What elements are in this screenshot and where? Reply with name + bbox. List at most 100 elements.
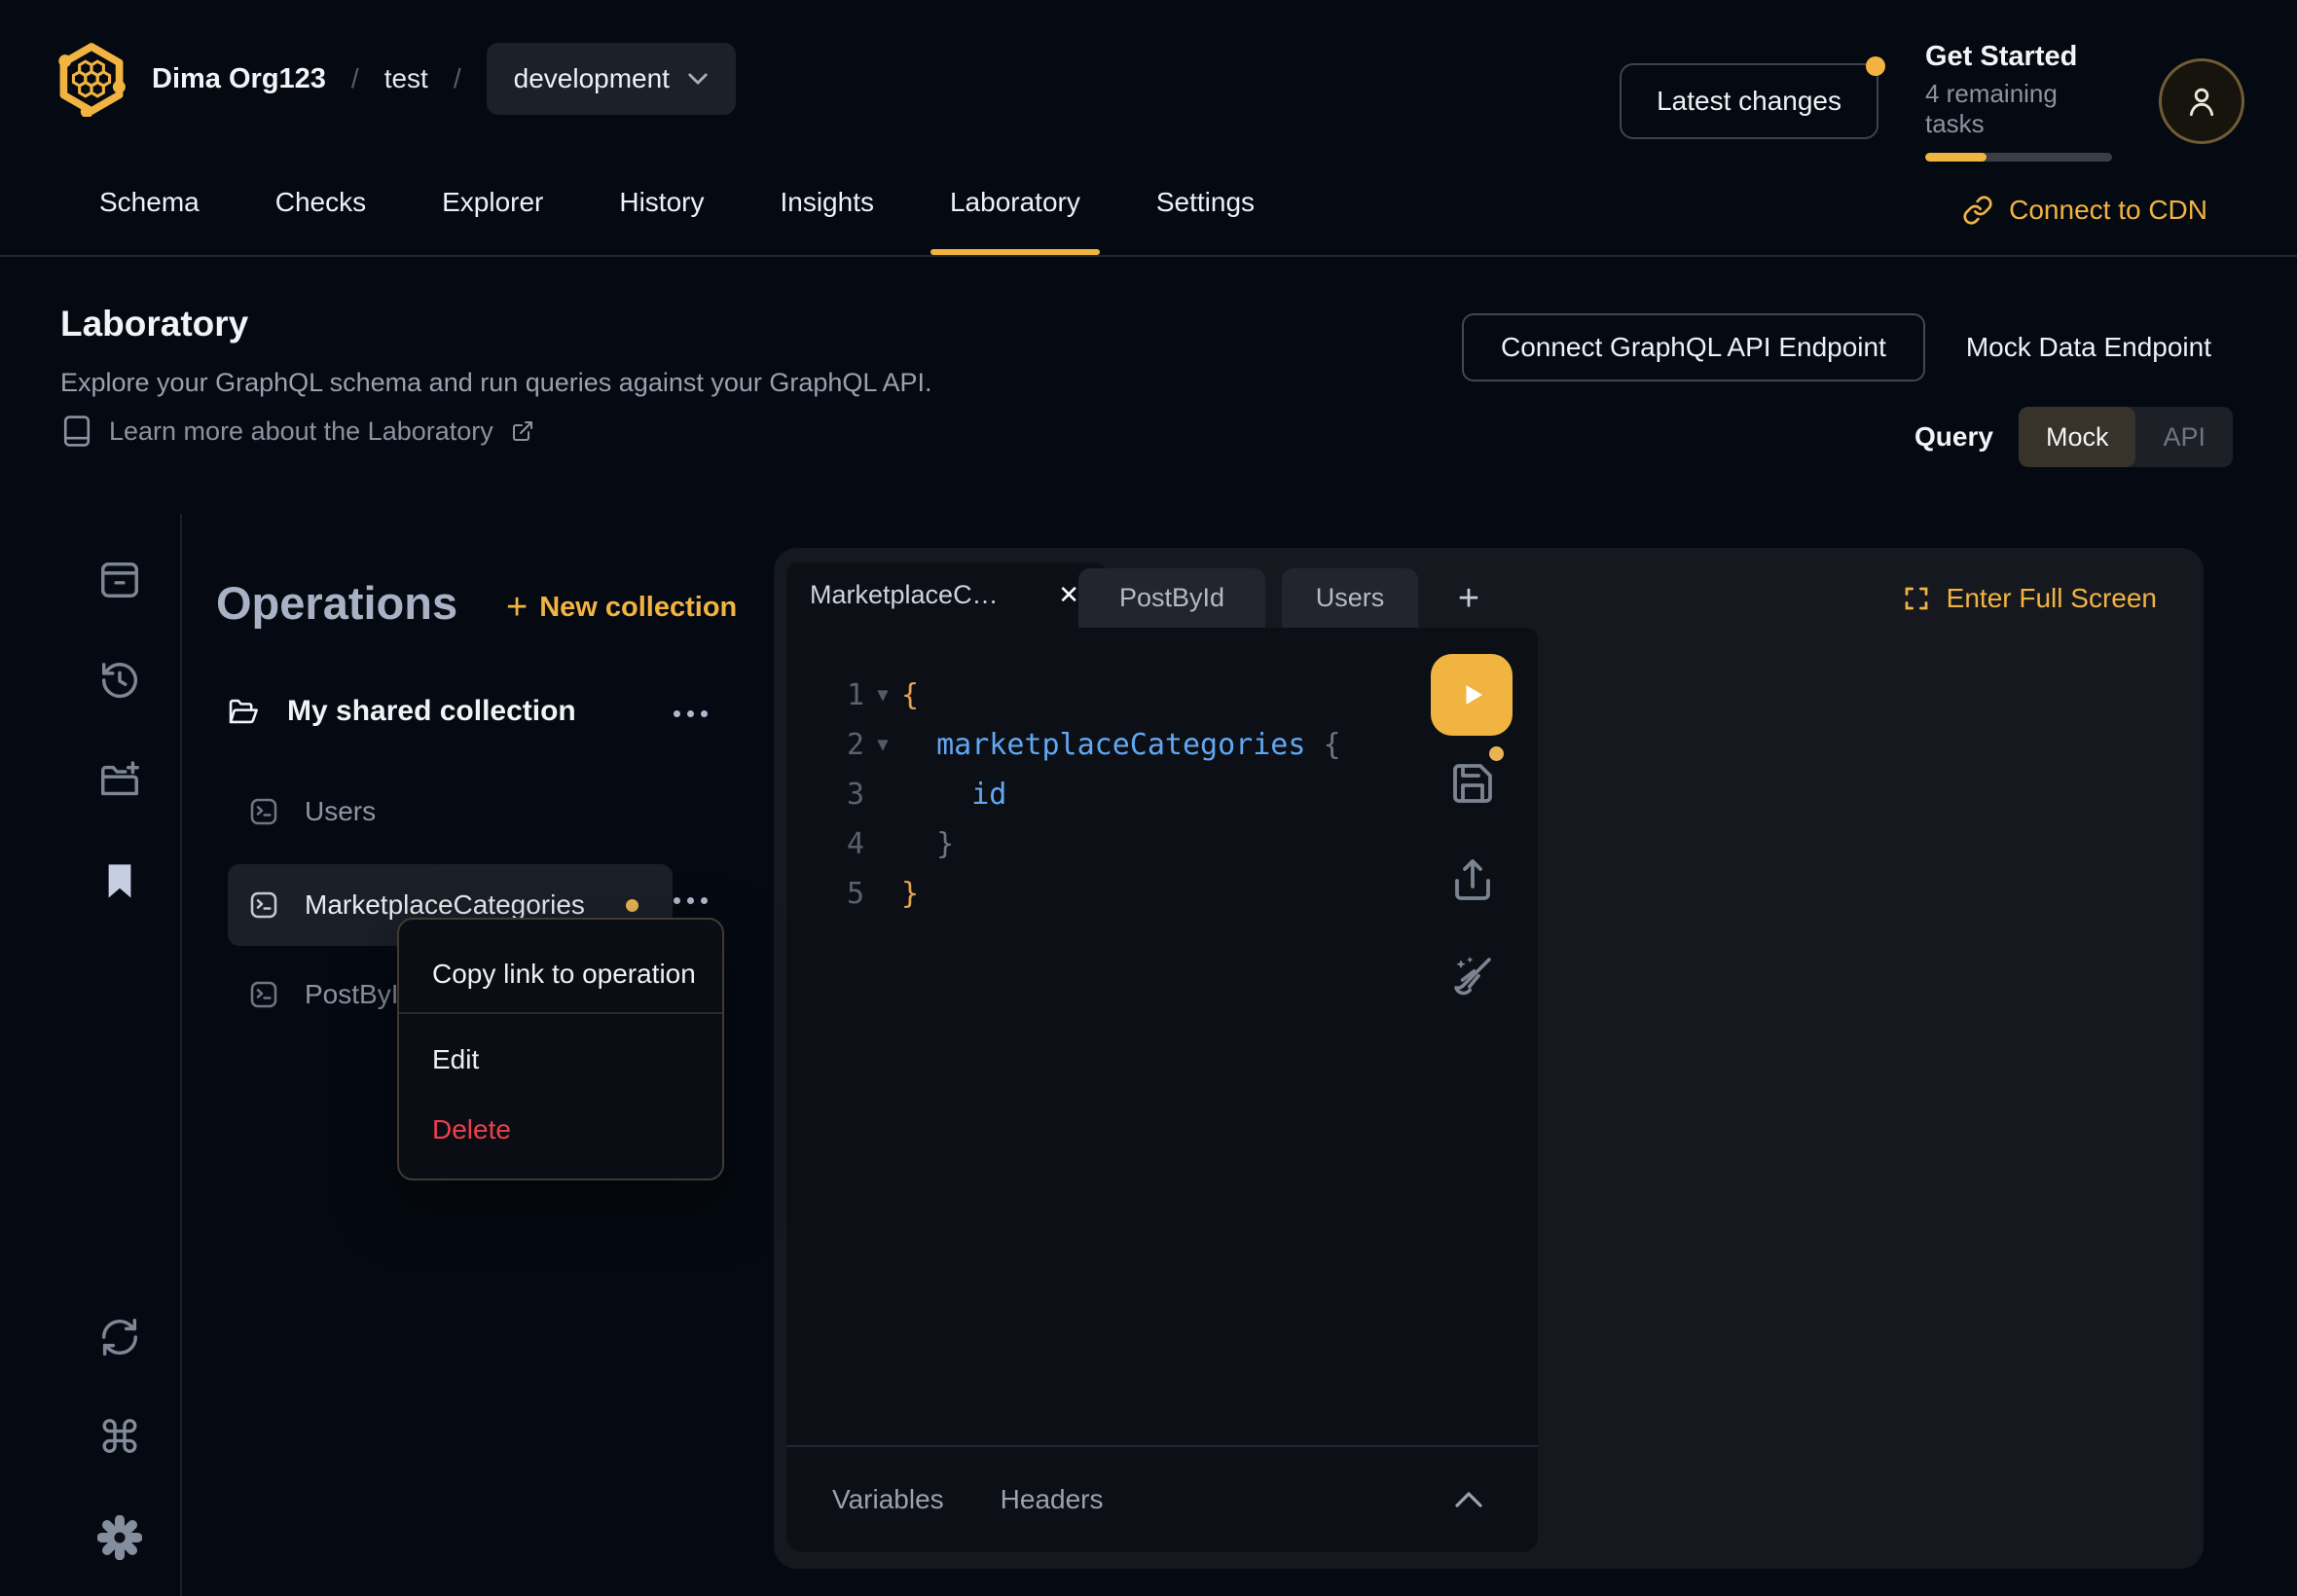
chevron-down-icon xyxy=(687,72,709,86)
mock-data-endpoint-link[interactable]: Mock Data Endpoint xyxy=(1966,332,2211,363)
settings-gear-icon[interactable] xyxy=(96,1514,143,1561)
run-query-button[interactable] xyxy=(1431,654,1513,736)
collection-menu-button[interactable] xyxy=(666,703,715,725)
tab-settings[interactable]: Settings xyxy=(1150,187,1260,255)
add-tab-button[interactable]: + xyxy=(1443,573,1494,624)
plus-icon: + xyxy=(506,590,528,625)
new-collection-label: New collection xyxy=(539,592,737,624)
tab-explorer[interactable]: Explorer xyxy=(436,187,549,255)
editor-tab-marketplacecategories[interactable]: MarketplaceC… ✕ xyxy=(786,562,1107,628)
user-avatar[interactable] xyxy=(2159,58,2244,144)
query-mode-row: Query Mock API xyxy=(1914,407,2233,467)
get-started-title: Get Started xyxy=(1925,41,2112,73)
operation-context-menu: Copy link to operation Edit Delete xyxy=(397,918,724,1180)
editor-footer: Variables Headers xyxy=(786,1445,1538,1552)
learn-more-link[interactable]: Learn more about the Laboratory xyxy=(62,415,534,448)
query-editor[interactable]: 1▼{ 2▼ marketplaceCategories { 3 id 4 } … xyxy=(786,628,1538,1552)
link-icon xyxy=(1962,195,1993,226)
environment-selector-value: development xyxy=(514,63,670,94)
endpoint-actions: Connect GraphQL API Endpoint Mock Data E… xyxy=(1462,313,2211,381)
collections-box-icon[interactable] xyxy=(96,556,143,602)
sidebar-divider xyxy=(180,514,182,1596)
operation-icon xyxy=(248,796,279,827)
org-name[interactable]: Dima Org123 xyxy=(152,63,326,95)
operation-icon xyxy=(248,979,279,1010)
unsaved-changes-dot xyxy=(1489,746,1504,761)
project-name[interactable]: test xyxy=(384,63,428,94)
new-collection-button[interactable]: + New collection xyxy=(506,590,737,625)
collection-name: My shared collection xyxy=(287,695,576,728)
collapse-panel-icon[interactable] xyxy=(1454,1489,1483,1510)
context-edit-item[interactable]: Edit xyxy=(432,1044,479,1075)
context-copy-link-item[interactable]: Copy link to operation xyxy=(432,959,696,990)
operation-item-postbyid[interactable]: PostById xyxy=(248,979,414,1010)
new-folder-icon[interactable] xyxy=(96,757,143,804)
environment-selector[interactable]: development xyxy=(487,43,736,115)
collection-header[interactable]: My shared collection xyxy=(227,695,576,728)
share-operation-button[interactable] xyxy=(1449,857,1496,904)
code-line: 1▼{ xyxy=(786,671,1538,720)
get-started-progress-fill xyxy=(1925,153,1987,162)
latest-changes-label: Latest changes xyxy=(1657,86,1841,117)
operations-title: Operations xyxy=(216,576,457,630)
expand-icon xyxy=(1902,584,1931,613)
enter-fullscreen-button[interactable]: Enter Full Screen xyxy=(1902,583,2157,614)
variables-tab[interactable]: Variables xyxy=(832,1484,944,1515)
play-icon xyxy=(1453,676,1490,713)
page-subtitle: Explore your GraphQL schema and run quer… xyxy=(60,368,931,398)
editor-tab-users[interactable]: Users xyxy=(1282,568,1418,628)
operation-item-users[interactable]: Users xyxy=(248,796,376,827)
query-mode-toggle: Mock API xyxy=(2019,407,2233,467)
tab-laboratory[interactable]: Laboratory xyxy=(944,187,1086,255)
book-icon xyxy=(62,415,91,448)
query-label: Query xyxy=(1914,421,1993,453)
laboratory-editor-panel: MarketplaceC… ✕ PostById Users + Enter F… xyxy=(774,548,2204,1569)
enter-fullscreen-label: Enter Full Screen xyxy=(1947,583,2157,614)
get-started-widget[interactable]: Get Started 4 remaining tasks xyxy=(1925,41,2112,162)
sync-icon[interactable] xyxy=(96,1314,143,1360)
latest-changes-button[interactable]: Latest changes xyxy=(1620,63,1878,139)
mode-api-option[interactable]: API xyxy=(2135,407,2233,467)
main-nav: Schema Checks Explorer History Insights … xyxy=(93,187,1260,255)
tab-insights[interactable]: Insights xyxy=(774,187,880,255)
command-icon[interactable]: ⌘ xyxy=(96,1414,143,1461)
notification-dot xyxy=(1866,56,1885,76)
bookmark-icon[interactable] xyxy=(96,857,143,904)
operation-label: Users xyxy=(305,796,376,827)
connect-cdn-label: Connect to CDN xyxy=(2009,195,2207,226)
query-code[interactable]: 1▼{ 2▼ marketplaceCategories { 3 id 4 } … xyxy=(786,671,1538,919)
editor-tab-postbyid[interactable]: PostById xyxy=(1078,568,1265,628)
external-link-icon xyxy=(511,419,534,443)
get-started-subtitle: 4 remaining tasks xyxy=(1925,79,2112,139)
editor-tab-label: MarketplaceC… xyxy=(810,580,999,610)
code-line: 5} xyxy=(786,869,1538,919)
connect-cdn-link[interactable]: Connect to CDN xyxy=(1962,195,2207,226)
page-title: Laboratory xyxy=(60,304,248,345)
tab-checks[interactable]: Checks xyxy=(270,187,372,255)
tab-history[interactable]: History xyxy=(613,187,710,255)
code-line: 2▼ marketplaceCategories { xyxy=(786,720,1538,770)
headers-tab[interactable]: Headers xyxy=(1001,1484,1104,1515)
save-operation-button[interactable] xyxy=(1449,760,1496,807)
history-icon[interactable] xyxy=(96,657,143,704)
learn-more-label: Learn more about the Laboratory xyxy=(109,417,493,447)
get-started-progressbar xyxy=(1925,153,2112,162)
nav-divider xyxy=(0,255,2297,257)
code-line: 3 id xyxy=(786,770,1538,819)
laboratory-page: Dima Org123 / test / development Latest … xyxy=(0,0,2297,1596)
header-actions: Latest changes Get Started 4 remaining t… xyxy=(1620,41,2244,162)
breadcrumb-separator: / xyxy=(351,63,359,94)
fold-arrow-icon[interactable]: ▼ xyxy=(864,720,901,770)
operation-menu-button[interactable] xyxy=(666,889,715,912)
unsaved-changes-dot xyxy=(626,899,638,912)
tab-schema[interactable]: Schema xyxy=(93,187,205,255)
folder-open-icon xyxy=(227,697,260,726)
fold-arrow-icon[interactable]: ▼ xyxy=(864,671,901,720)
context-delete-item[interactable]: Delete xyxy=(432,1114,511,1145)
connect-graphql-endpoint-button[interactable]: Connect GraphQL API Endpoint xyxy=(1462,313,1925,381)
prettify-query-button[interactable] xyxy=(1449,953,1496,999)
user-icon xyxy=(2182,82,2221,121)
breadcrumb-separator: / xyxy=(454,63,461,94)
mode-mock-option[interactable]: Mock xyxy=(2019,407,2136,467)
hive-logo-icon[interactable] xyxy=(56,41,127,117)
